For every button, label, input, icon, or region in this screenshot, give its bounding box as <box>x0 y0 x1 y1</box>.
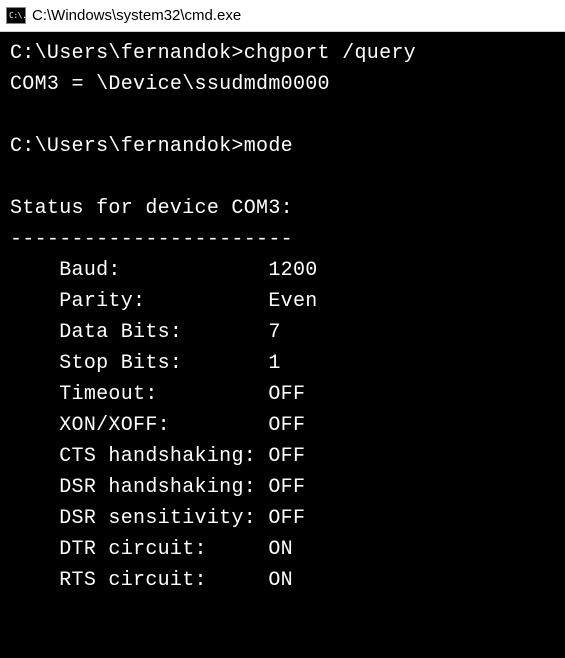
row-indent <box>10 259 59 282</box>
row-value: 1200 <box>268 259 317 282</box>
row-value: 1 <box>268 352 280 375</box>
prompt-line-2: C:\Users\fernandok>mode <box>10 131 555 162</box>
status-divider: ----------------------- <box>10 224 555 255</box>
status-row: DSR sensitivity: OFF <box>10 503 555 534</box>
row-gap <box>256 352 268 375</box>
status-header: Status for device COM3: <box>10 193 555 224</box>
row-indent <box>10 445 59 468</box>
terminal-output-area[interactable]: C:\Users\fernandok>chgport /queryCOM3 = … <box>0 32 565 658</box>
row-indent <box>10 414 59 437</box>
row-indent <box>10 538 59 561</box>
row-value: 7 <box>268 321 280 344</box>
status-row: Timeout: OFF <box>10 379 555 410</box>
status-row: DSR handshaking: OFF <box>10 472 555 503</box>
row-indent <box>10 507 59 530</box>
row-gap <box>256 290 268 313</box>
row-value: OFF <box>268 507 305 530</box>
blank-line-2 <box>10 162 555 193</box>
status-row: Data Bits: 7 <box>10 317 555 348</box>
status-rows-container: Baud: 1200 Parity: Even Data Bits: 7 Sto… <box>10 255 555 596</box>
status-row: Baud: 1200 <box>10 255 555 286</box>
blank-line-1 <box>10 100 555 131</box>
row-value: ON <box>268 538 293 561</box>
command-2: mode <box>244 135 293 158</box>
row-label: XON/XOFF: <box>59 414 256 437</box>
prompt-line-1: C:\Users\fernandok>chgport /query <box>10 38 555 69</box>
row-gap <box>256 259 268 282</box>
prompt-1: C:\Users\fernandok> <box>10 42 244 65</box>
row-value: Even <box>268 290 317 313</box>
window-title: C:\Windows\system32\cmd.exe <box>32 7 241 24</box>
row-label: CTS handshaking: <box>59 445 256 468</box>
command-1: chgport /query <box>244 42 416 65</box>
row-value: OFF <box>268 414 305 437</box>
row-indent <box>10 569 59 592</box>
row-gap <box>256 507 268 530</box>
row-value: OFF <box>268 445 305 468</box>
status-row: Parity: Even <box>10 286 555 317</box>
row-gap <box>256 414 268 437</box>
row-gap <box>256 569 268 592</box>
status-row: XON/XOFF: OFF <box>10 410 555 441</box>
output-line-1: COM3 = \Device\ssudmdm0000 <box>10 69 555 100</box>
titlebar[interactable]: C:\. C:\Windows\system32\cmd.exe <box>0 0 565 32</box>
row-label: DTR circuit: <box>59 538 256 561</box>
cmd-app-icon-text: C:\. <box>9 12 26 20</box>
row-value: OFF <box>268 383 305 406</box>
row-indent <box>10 476 59 499</box>
row-indent <box>10 290 59 313</box>
status-row: CTS handshaking: OFF <box>10 441 555 472</box>
row-label: DSR handshaking: <box>59 476 256 499</box>
row-gap <box>256 538 268 561</box>
row-indent <box>10 321 59 344</box>
row-indent <box>10 383 59 406</box>
row-label: Data Bits: <box>59 321 256 344</box>
row-gap <box>256 445 268 468</box>
row-label: Baud: <box>59 259 256 282</box>
row-label: Stop Bits: <box>59 352 256 375</box>
status-row: Stop Bits: 1 <box>10 348 555 379</box>
row-label: DSR sensitivity: <box>59 507 256 530</box>
row-value: OFF <box>268 476 305 499</box>
status-row: RTS circuit: ON <box>10 565 555 596</box>
row-indent <box>10 352 59 375</box>
row-value: ON <box>268 569 293 592</box>
row-label: Parity: <box>59 290 256 313</box>
row-label: Timeout: <box>59 383 256 406</box>
row-gap <box>256 476 268 499</box>
row-gap <box>256 321 268 344</box>
row-label: RTS circuit: <box>59 569 256 592</box>
prompt-2: C:\Users\fernandok> <box>10 135 244 158</box>
status-row: DTR circuit: ON <box>10 534 555 565</box>
row-gap <box>256 383 268 406</box>
cmd-app-icon: C:\. <box>6 7 26 24</box>
